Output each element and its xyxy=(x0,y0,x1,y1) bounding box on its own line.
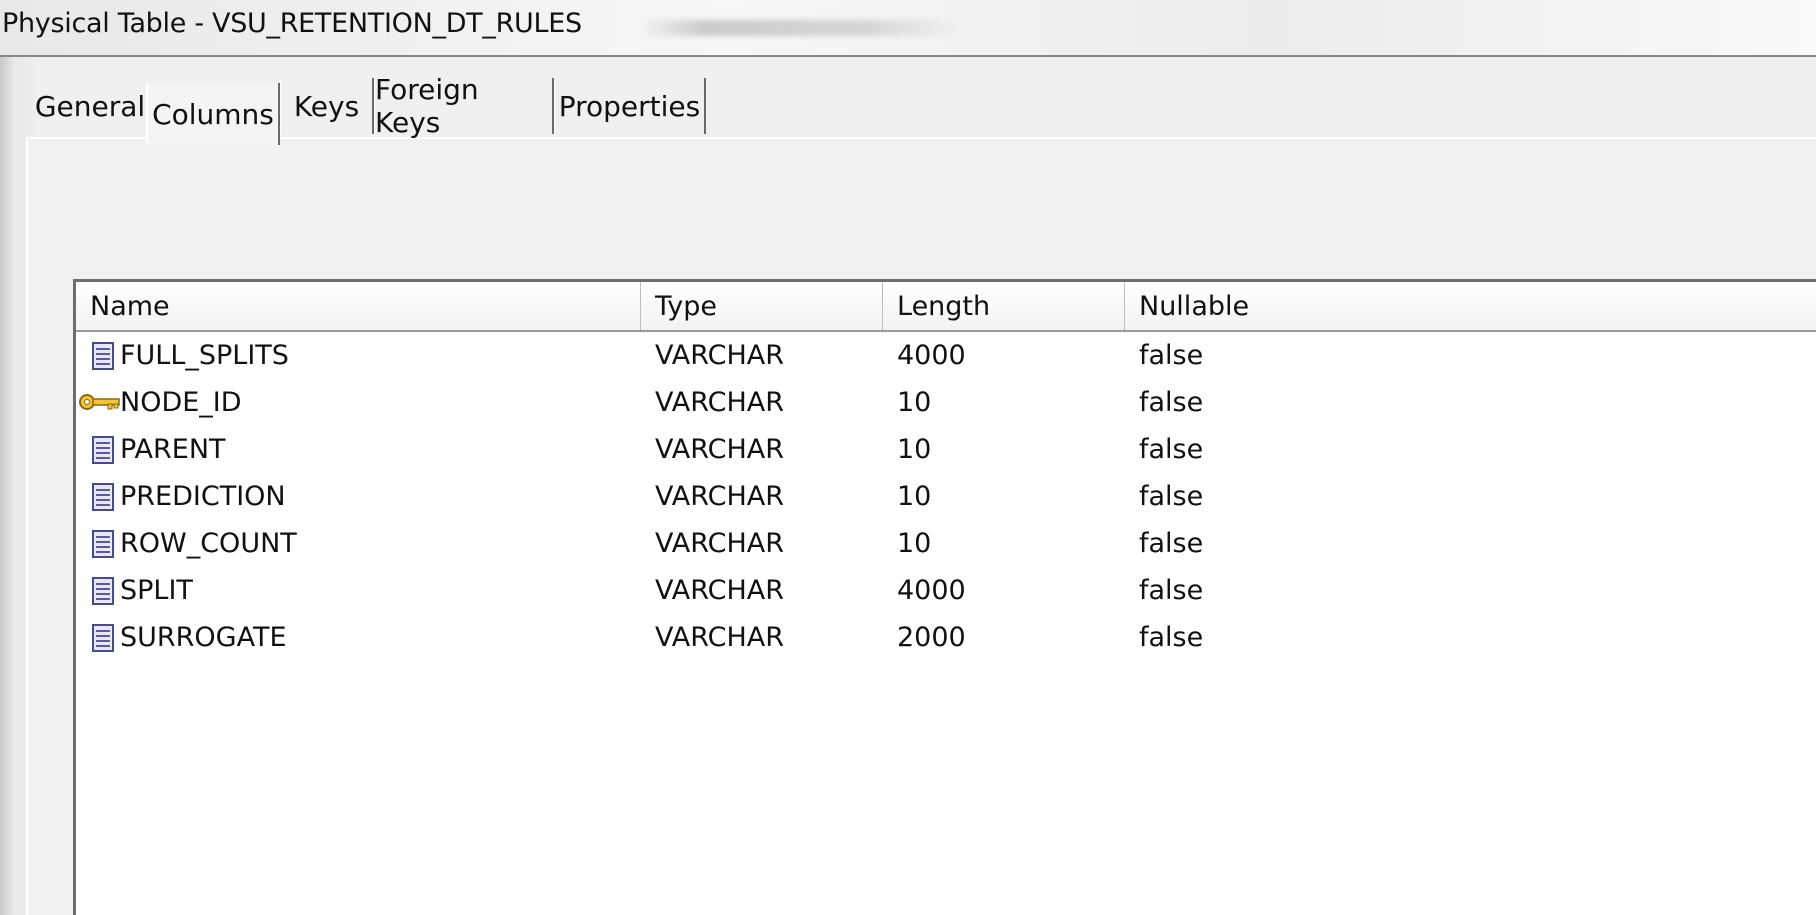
cell-nullable: false xyxy=(1139,528,1204,559)
column-header-name[interactable]: Name xyxy=(76,282,641,330)
cell-name: NODE_ID xyxy=(120,387,242,418)
table-row[interactable]: PARENT VARCHAR 10 false xyxy=(76,426,1816,473)
cell-nullable: false xyxy=(1139,340,1204,371)
table-row[interactable]: PREDICTION VARCHAR 10 false xyxy=(76,473,1816,520)
column-header-type-label: Type xyxy=(655,290,718,322)
cell-name: PREDICTION xyxy=(120,481,286,512)
title-bar: Physical Table - VSU_RETENTION_DT_RULES xyxy=(0,0,1816,57)
cell-type: VARCHAR xyxy=(655,481,785,512)
tab-foreign-keys[interactable]: Foreign Keys xyxy=(374,73,554,139)
cell-length: 10 xyxy=(897,481,932,512)
column-header-nullable-label: Nullable xyxy=(1139,290,1250,322)
table-header: Name Type Length Nullable xyxy=(76,282,1816,332)
tab-properties[interactable]: Properties xyxy=(554,78,706,134)
physical-table-dialog: Physical Table - VSU_RETENTION_DT_RULES … xyxy=(0,0,1816,915)
tab-foreign-keys-label: Foreign Keys xyxy=(375,73,479,139)
tab-columns-label: Columns xyxy=(152,97,274,131)
cell-length: 2000 xyxy=(897,622,966,653)
cell-length: 10 xyxy=(897,528,932,559)
table-row[interactable]: ROW_COUNT VARCHAR 10 false xyxy=(76,520,1816,567)
column-icon xyxy=(92,483,114,511)
window-title: Physical Table - VSU_RETENTION_DT_RULES xyxy=(2,8,582,39)
column-header-length[interactable]: Length xyxy=(883,282,1125,330)
tab-columns[interactable]: Columns xyxy=(146,83,280,145)
table-row[interactable]: NODE_ID VARCHAR 10 false xyxy=(76,379,1816,426)
cell-name: PARENT xyxy=(120,434,226,465)
table-row[interactable]: FULL_SPLITS VARCHAR 4000 false xyxy=(76,332,1816,379)
cell-name: SPLIT xyxy=(120,575,193,606)
cell-type: VARCHAR xyxy=(655,340,785,371)
column-header-type[interactable]: Type xyxy=(641,282,883,330)
column-icon xyxy=(92,436,114,464)
column-icon xyxy=(92,624,114,652)
column-icon xyxy=(92,577,114,605)
tab-general-label: General xyxy=(34,89,146,123)
blurred-title-suffix xyxy=(640,20,960,36)
column-header-length-label: Length xyxy=(897,290,991,322)
tab-keys[interactable]: Keys xyxy=(280,78,374,134)
column-icon xyxy=(92,530,114,558)
cell-nullable: false xyxy=(1139,622,1204,653)
cell-type: VARCHAR xyxy=(655,387,785,418)
tab-keys-label: Keys xyxy=(293,89,360,123)
cell-nullable: false xyxy=(1139,387,1204,418)
cell-length: 10 xyxy=(897,387,932,418)
cell-name: ROW_COUNT xyxy=(120,528,297,559)
cell-nullable: false xyxy=(1139,481,1204,512)
column-header-name-label: Name xyxy=(90,290,170,322)
cell-nullable: false xyxy=(1139,575,1204,606)
key-icon xyxy=(79,394,120,410)
cell-type: VARCHAR xyxy=(655,622,785,653)
table-row[interactable]: SPLIT VARCHAR 4000 false xyxy=(76,567,1816,614)
column-header-nullable[interactable]: Nullable xyxy=(1125,282,1816,330)
cell-type: VARCHAR xyxy=(655,434,785,465)
cell-nullable: false xyxy=(1139,434,1204,465)
cell-name: SURROGATE xyxy=(120,622,287,653)
cell-length: 4000 xyxy=(897,575,966,606)
cell-type: VARCHAR xyxy=(655,528,785,559)
cell-type: VARCHAR xyxy=(655,575,785,606)
columns-table: Name Type Length Nullable FULL_SPLITS VA… xyxy=(73,279,1816,915)
tab-general[interactable]: General xyxy=(34,78,146,134)
cell-name: FULL_SPLITS xyxy=(120,340,289,371)
column-icon xyxy=(92,342,114,370)
cell-length: 10 xyxy=(897,434,932,465)
tab-properties-label: Properties xyxy=(558,89,701,123)
cell-length: 4000 xyxy=(897,340,966,371)
table-row[interactable]: SURROGATE VARCHAR 2000 false xyxy=(76,614,1816,661)
